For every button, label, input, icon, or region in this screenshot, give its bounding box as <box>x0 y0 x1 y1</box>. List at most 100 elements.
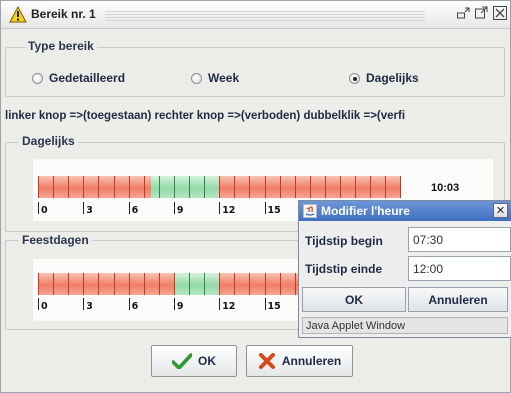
hour-tick <box>68 176 70 198</box>
hour-tick <box>143 273 145 295</box>
hour-tick <box>189 273 190 295</box>
scale-mark <box>83 298 85 310</box>
type-group-title: Type bereik <box>25 39 97 53</box>
modify-time-dialog: Modifier l'heure ✕ Tijdstip begin 07:30 … <box>298 200 511 338</box>
cancel-label: Annuleren <box>281 354 342 368</box>
hour-tick <box>128 273 130 295</box>
forbidden-segment <box>38 176 152 198</box>
radio-label: Gedetailleerd <box>49 71 126 85</box>
usage-hint: linker knop =>(toegestaan) rechter knop … <box>5 110 406 122</box>
dialog-ok-button[interactable]: OK <box>302 287 406 312</box>
allowed-segment <box>151 176 220 198</box>
begin-label: Tijdstip begin <box>305 234 383 248</box>
scale-mark <box>38 298 39 310</box>
radio-dagelijks[interactable]: Dagelijks <box>349 71 419 85</box>
radio-label: Week <box>208 71 240 85</box>
end-time-field[interactable]: 12:00 <box>408 256 511 281</box>
scale-mark <box>173 298 175 310</box>
hour-tick <box>279 176 281 198</box>
close-icon[interactable] <box>493 6 507 20</box>
hour-tick <box>113 273 115 295</box>
daily-scale: 0 3 6 9 12 15 <box>38 202 308 218</box>
hour-tick <box>38 273 39 295</box>
ok-label: OK <box>198 354 216 368</box>
hour-tick <box>158 176 160 198</box>
forbidden-segment <box>38 273 174 295</box>
hour-tick <box>53 273 55 295</box>
hour-tick <box>204 176 206 198</box>
holidays-group-title: Feestdagen <box>19 233 92 247</box>
hour-tick <box>264 176 266 198</box>
window-title: Bereik nr. 1 <box>31 7 96 21</box>
maximize-icon[interactable] <box>474 6 488 20</box>
radio-gedetailleerd[interactable]: Gedetailleerd <box>32 71 125 85</box>
dialog-cancel-button[interactable]: Annuleren <box>408 287 508 312</box>
hour-tick <box>189 176 190 198</box>
applet-status: Java Applet Window <box>302 317 508 334</box>
hour-tick <box>219 176 221 198</box>
hour-tick <box>249 273 251 295</box>
hour-tick <box>113 176 115 198</box>
hour-tick <box>309 176 311 198</box>
cross-icon <box>258 353 275 369</box>
radio-dot <box>191 72 202 84</box>
hour-tick <box>370 176 372 198</box>
hour-tick <box>294 176 296 198</box>
main-window: Bereik nr. 1 Type bereik Gedetailleerd W… <box>0 0 511 393</box>
begin-time-field[interactable]: 07:30 <box>408 227 511 252</box>
hour-tick <box>83 273 85 295</box>
hour-tick <box>173 176 175 198</box>
scale-mark <box>83 202 85 214</box>
scale-label: 15 <box>267 301 281 312</box>
hour-tick <box>234 176 236 198</box>
scale-mark <box>173 202 175 214</box>
scale-mark <box>128 298 130 310</box>
java-icon <box>303 204 317 218</box>
scale-label: 6 <box>131 301 139 312</box>
holidays-scale: 0 3 6 9 12 15 <box>38 298 308 314</box>
warning-icon <box>9 6 27 23</box>
scale-label: 3 <box>86 301 93 312</box>
ok-button[interactable]: OK <box>151 345 237 377</box>
scale-label: 3 <box>86 205 93 216</box>
end-label: Tijdstip einde <box>305 262 383 276</box>
scale-label: 12 <box>222 301 236 312</box>
daily-timeline[interactable] <box>38 176 402 198</box>
hour-tick <box>249 176 251 198</box>
hour-tick <box>83 176 85 198</box>
minimize-icon[interactable] <box>456 6 470 20</box>
hour-tick <box>53 176 55 198</box>
checkmark-icon <box>172 353 192 369</box>
hour-tick <box>279 273 281 295</box>
hour-tick <box>355 176 357 198</box>
radio-label: Dagelijks <box>366 71 419 85</box>
scale-mark <box>219 202 221 214</box>
hour-tick <box>385 176 387 198</box>
title-grip <box>105 9 425 21</box>
hour-tick <box>128 176 130 198</box>
scale-label: 0 <box>41 205 48 216</box>
dialog-close-icon[interactable]: ✕ <box>493 203 508 218</box>
hour-tick <box>340 176 341 198</box>
hour-tick <box>234 273 236 295</box>
hour-tick <box>38 176 39 198</box>
scale-label: 0 <box>41 301 48 312</box>
hour-tick <box>173 273 175 295</box>
daily-group-title: Dagelijks <box>19 134 78 148</box>
hour-tick <box>219 273 221 295</box>
hour-tick <box>324 176 326 198</box>
hour-tick <box>98 273 100 295</box>
scale-label: 9 <box>176 301 184 312</box>
dialog-title-bar[interactable]: Modifier l'heure ✕ <box>299 201 511 221</box>
cancel-button[interactable]: Annuleren <box>246 345 353 377</box>
scale-mark <box>38 202 39 214</box>
hour-tick <box>264 273 266 295</box>
hour-tick <box>204 273 206 295</box>
scale-label: 6 <box>131 205 139 216</box>
hour-tick <box>400 176 402 198</box>
hour-tick <box>143 176 145 198</box>
title-bar[interactable]: Bereik nr. 1 <box>1 1 510 29</box>
scale-label: 9 <box>176 205 184 216</box>
radio-week[interactable]: Week <box>191 71 239 85</box>
scale-mark <box>128 202 130 214</box>
